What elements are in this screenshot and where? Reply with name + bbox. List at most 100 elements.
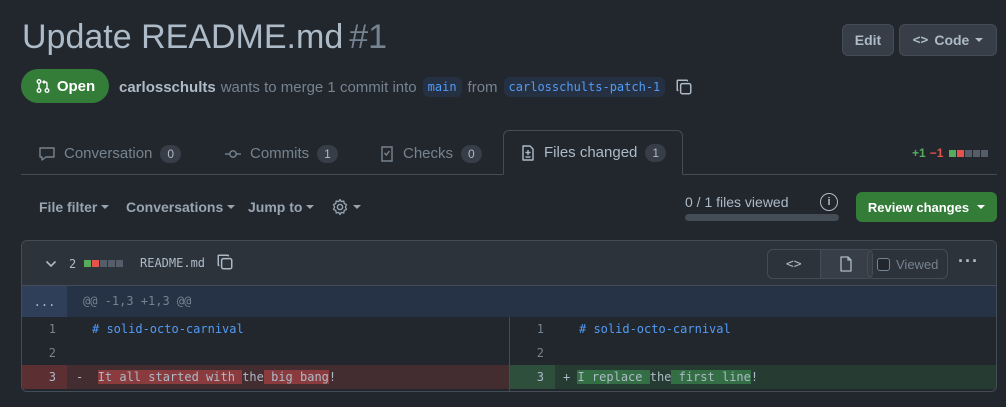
code-right: # solid-octo-carnival [579, 317, 731, 341]
pr-title-row: Update README.md #1 [22, 18, 387, 57]
tab-count: 1 [645, 143, 667, 162]
tab-count: 0 [160, 144, 182, 163]
line-number-left[interactable]: 1 [22, 317, 67, 341]
code-icon: <> [785, 256, 802, 272]
line-number-right[interactable]: 1 [510, 317, 555, 341]
collapse-chevron-icon[interactable] [44, 257, 58, 274]
jump-to-label: Jump to [248, 199, 303, 215]
deleted-line: 3 - It all started with the big bang! [22, 365, 509, 389]
tab-checks[interactable]: Checks 0 [379, 132, 482, 175]
code-button-label: Code [934, 32, 970, 48]
file-diffstat-blocks [84, 260, 123, 267]
unchanged-text: ! [750, 370, 759, 384]
chevron-down-icon [101, 205, 110, 209]
deletions-count: −1 [929, 146, 944, 160]
code-left: - It all started with the big bang! [76, 365, 336, 389]
line-number-left[interactable]: 3 [22, 365, 67, 389]
tab-count: 0 [461, 144, 482, 163]
jump-to-dropdown[interactable]: Jump to [248, 199, 315, 215]
tab-commits[interactable]: Commits 1 [224, 132, 338, 175]
split-divider [509, 317, 510, 391]
added-text: first line [671, 370, 751, 384]
chevron-down-icon [353, 205, 361, 209]
viewed-checkbox[interactable]: Viewed [867, 249, 948, 279]
tab-label: Commits [250, 145, 310, 162]
code-right: + I replace the first line! [563, 365, 758, 389]
line-number-right[interactable]: 2 [510, 341, 555, 365]
conversations-label: Conversations [126, 199, 224, 215]
diffstat: +1 −1 [912, 146, 989, 160]
checkbox-icon [877, 257, 890, 271]
file-icon [840, 256, 852, 272]
file-diff: 2 README.md <> Viewed ··· ... @@ -1,3 +1… [21, 240, 997, 392]
file-header: 2 README.md <> Viewed ··· [22, 241, 996, 286]
copy-path-icon[interactable] [216, 253, 234, 274]
chevron-down-icon [227, 205, 236, 209]
settings-dropdown[interactable] [331, 198, 361, 216]
comment-icon [39, 146, 55, 161]
file-diff-icon [522, 144, 534, 161]
view-mode-toggle: <> [767, 249, 873, 279]
file-filter-dropdown[interactable]: File filter [39, 199, 110, 215]
chevron-down-icon [975, 38, 984, 42]
from-text: from [467, 78, 498, 96]
pr-meta: carlosschults wants to merge 1 commit in… [119, 77, 693, 97]
pull-request-icon [36, 79, 50, 93]
deleted-text: big bang [263, 370, 329, 384]
hunk-header-text: @@ -1,3 +1,3 @@ [83, 294, 192, 308]
file-name[interactable]: README.md [140, 256, 205, 270]
diffstat-blocks [949, 149, 989, 157]
base-branch[interactable]: main [422, 77, 462, 97]
copy-icon[interactable] [675, 78, 693, 96]
added-text: I replace [577, 370, 650, 384]
files-viewed-progress-bar [685, 214, 839, 221]
pr-title: Update README.md [22, 18, 344, 56]
unchanged-text: the [242, 370, 264, 384]
review-changes-button[interactable]: Review changes [856, 192, 997, 222]
rich-view-button[interactable] [819, 250, 872, 278]
code-text: # solid-octo-carnival [579, 322, 731, 336]
hunk-header: ... @@ -1,3 +1,3 @@ [22, 286, 996, 317]
file-change-count: 2 [69, 257, 77, 271]
tab-label: Conversation [64, 145, 153, 162]
deleted-text: It all started with [97, 370, 243, 384]
added-line: 3 + I replace the first line! [510, 365, 996, 389]
head-branch[interactable]: carlosschults-patch-1 [503, 77, 666, 97]
status-badge: Open [21, 69, 109, 103]
line-number-right[interactable]: 3 [510, 365, 555, 389]
checklist-icon [381, 145, 393, 162]
edit-button[interactable]: Edit [842, 24, 894, 56]
commit-icon [225, 149, 241, 158]
gear-icon [332, 198, 348, 216]
diff-marker: + [563, 370, 571, 384]
code-icon: <> [912, 32, 929, 48]
pr-number: #1 [349, 18, 388, 56]
tab-count: 1 [317, 144, 338, 163]
code-left: # solid-octo-carnival [92, 317, 244, 341]
viewed-label: Viewed [896, 256, 939, 272]
code-button[interactable]: <> Code [899, 24, 997, 56]
author-link[interactable]: carlosschults [119, 79, 216, 96]
tab-label: Files changed [544, 144, 638, 161]
unchanged-text: the [649, 370, 672, 384]
source-view-button[interactable]: <> [768, 250, 820, 278]
more-options-icon[interactable]: ··· [958, 251, 979, 272]
tab-files-changed[interactable]: Files changed 1 [503, 130, 684, 175]
chevron-down-icon [977, 205, 986, 209]
conversations-dropdown[interactable]: Conversations [126, 199, 236, 215]
info-icon[interactable]: i [820, 193, 838, 211]
expand-button[interactable]: ... [22, 286, 67, 317]
unchanged-text: ! [328, 370, 337, 384]
tab-label: Checks [403, 145, 454, 162]
merge-text: wants to merge 1 commit into [220, 78, 417, 96]
additions-count: +1 [912, 146, 926, 160]
chevron-down-icon [306, 205, 315, 209]
file-filter-label: File filter [39, 199, 98, 215]
review-changes-label: Review changes [867, 199, 970, 215]
files-viewed-progress-label: 0 / 1 files viewed [685, 194, 789, 210]
line-number-left[interactable]: 2 [22, 341, 67, 365]
diff-marker: - [76, 370, 84, 384]
code-text: # solid-octo-carnival [92, 322, 244, 336]
status-label: Open [56, 77, 96, 95]
tab-conversation[interactable]: Conversation 0 [38, 132, 182, 175]
